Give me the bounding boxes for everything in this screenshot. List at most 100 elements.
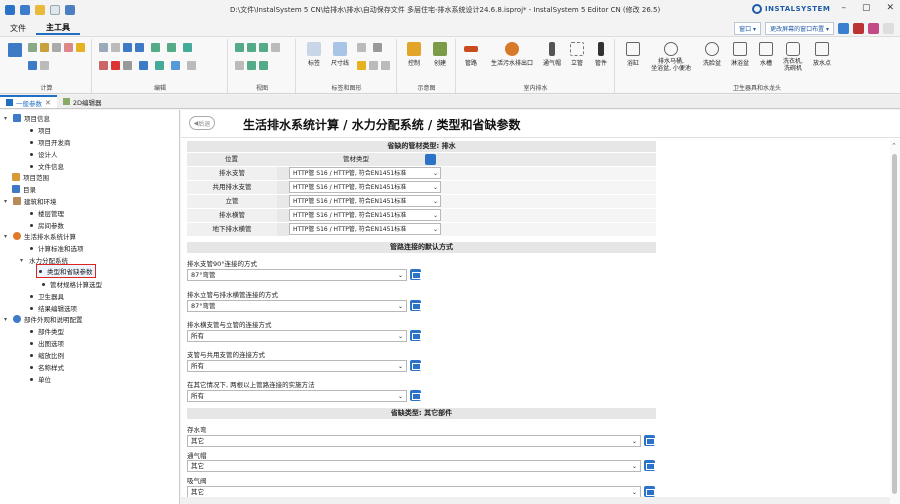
expand-arrow-icon[interactable]: ▾ xyxy=(4,115,10,122)
save-icon[interactable] xyxy=(20,5,30,15)
tree-item-contents[interactable]: 目录 xyxy=(12,184,36,194)
fitting-button[interactable]: 管件 xyxy=(589,42,613,67)
vent-cap-select[interactable]: 其它 ⌄ xyxy=(187,460,641,472)
vertical-scrollbar[interactable]: ⌃ xyxy=(890,140,900,504)
zoom-in-icon[interactable] xyxy=(235,43,244,52)
calc-icon-3[interactable] xyxy=(52,43,61,52)
washbasin-button[interactable]: 洗脸盆 xyxy=(698,42,726,67)
calc-icon-5[interactable] xyxy=(76,43,85,52)
tree-item-file-info[interactable]: 文件信息 xyxy=(30,161,64,171)
calc-icon-6[interactable] xyxy=(28,61,37,70)
text-icon[interactable] xyxy=(357,43,366,52)
tree-item-scale[interactable]: 缩放比例 xyxy=(30,350,64,360)
tree-item-drain-calc[interactable]: ▾ 生活排水系统计算 xyxy=(4,231,76,241)
edit-icon-10[interactable] xyxy=(187,61,196,70)
shape-icon-1[interactable] xyxy=(373,43,382,52)
tree-item-project-scope[interactable]: 项目范围 xyxy=(12,172,49,182)
control-button[interactable]: 控制 xyxy=(402,42,426,67)
expand-arrow-icon[interactable]: ▾ xyxy=(4,233,10,240)
vent-cap-button[interactable]: 通气帽 xyxy=(539,42,565,67)
connection-select-4[interactable]: 所有 ⌄ xyxy=(187,360,407,372)
air-valve-catalog-button[interactable] xyxy=(644,486,655,497)
scroll-up-icon[interactable]: ⌃ xyxy=(891,142,897,150)
row-checkbox[interactable] xyxy=(277,209,289,222)
undo-icon[interactable] xyxy=(65,5,75,15)
toilet-button[interactable]: 排水马桶, 坐浴盆, 小便池 xyxy=(646,42,696,72)
pipe-type-select[interactable]: HTTP管 S16 / HTTP管, 符合EN1451标准 ⌄ xyxy=(289,181,441,193)
view-icon-4[interactable] xyxy=(259,61,268,70)
edit-icon-2[interactable] xyxy=(135,43,144,52)
layout-dropdown[interactable]: 更改屏幕的窗口布置 ▾ xyxy=(765,22,834,35)
tree-item-building[interactable]: ▾ 建筑和环境 xyxy=(4,196,57,206)
tree-item-designer[interactable]: 设计人 xyxy=(30,149,58,159)
minimize-button[interactable]: – xyxy=(841,3,846,13)
row-checkbox[interactable] xyxy=(277,195,289,208)
connection-select-5[interactable]: 所有 ⌄ xyxy=(187,390,407,402)
horizontal-scrollbar[interactable] xyxy=(181,497,890,504)
menu-main-tools[interactable]: 主工具 xyxy=(36,22,80,35)
tree-item-part-types[interactable]: 部件类型 xyxy=(30,326,64,336)
expand-arrow-icon[interactable]: ▾ xyxy=(20,257,26,264)
bathtub-button[interactable]: 浴缸 xyxy=(620,42,646,67)
tree-item-appearance[interactable]: ▾ 部件外观和说明配置 xyxy=(4,314,83,324)
calc-icon-2[interactable] xyxy=(40,43,49,52)
view-icon-1[interactable] xyxy=(271,43,280,52)
tab-2d-editor[interactable]: 2D编辑器 xyxy=(57,95,108,108)
connection-select-3[interactable]: 所有 ⌄ xyxy=(187,330,407,342)
outlet-button[interactable]: 生活污水排出口 xyxy=(485,42,539,67)
create-button[interactable]: 创建 xyxy=(428,42,452,67)
window-dropdown[interactable]: 窗口 ▾ xyxy=(734,22,762,35)
tree-item-fixtures[interactable]: 卫生器具 xyxy=(30,291,64,301)
tree-item-rooms[interactable]: 房间参数 xyxy=(30,220,64,230)
row-checkbox[interactable] xyxy=(277,223,289,236)
shape-icon-3[interactable] xyxy=(369,61,378,70)
shape-icon-4[interactable] xyxy=(381,61,390,70)
connection-select-2[interactable]: 87°弯管 ⌄ xyxy=(187,300,407,312)
help-icon[interactable] xyxy=(868,23,879,34)
menu-file[interactable]: 文件 xyxy=(0,23,36,34)
tree-item-pipe-sizing[interactable]: 管材规格计算选型 xyxy=(42,279,102,289)
zoom-out-icon[interactable] xyxy=(247,43,256,52)
layout-icon[interactable] xyxy=(838,23,849,34)
zoom-fit-icon[interactable] xyxy=(259,43,268,52)
trap-catalog-button[interactable] xyxy=(644,435,655,446)
collapse-ribbon-icon[interactable] xyxy=(883,23,894,34)
tree-item-developer[interactable]: 项目开发商 xyxy=(30,137,71,147)
edit-icon-6[interactable] xyxy=(123,61,132,70)
pipe-catalog-button[interactable] xyxy=(425,154,436,165)
connection-edit-button-3[interactable] xyxy=(410,330,421,341)
edit-icon-8[interactable] xyxy=(155,61,164,70)
shower-button[interactable]: 淋浴盆 xyxy=(726,42,754,67)
pipe-type-select[interactable]: HTTP管 S16 / HTTP管, 符合EN1451标准 ⌄ xyxy=(289,167,441,179)
tree-item-floors[interactable]: 楼层管理 xyxy=(30,208,64,218)
expand-arrow-icon[interactable]: ▾ xyxy=(4,198,10,205)
calc-icon-1[interactable] xyxy=(28,43,37,52)
edit-icon-1[interactable] xyxy=(123,43,132,52)
close-button[interactable]: ✕ xyxy=(886,3,894,13)
edit-icon-7[interactable] xyxy=(139,61,148,70)
paste-icon[interactable] xyxy=(111,43,120,52)
connection-edit-button-1[interactable] xyxy=(410,269,421,280)
connection-select-1[interactable]: 87°弯管 ⌄ xyxy=(187,269,407,281)
view-icon-3[interactable] xyxy=(247,61,256,70)
tree-item-types-defaults[interactable]: 类型和省缺参数 xyxy=(36,264,96,278)
vent-cap-catalog-button[interactable] xyxy=(644,460,655,471)
new-file-icon[interactable] xyxy=(50,5,60,15)
edit-icon-9[interactable] xyxy=(171,61,180,70)
pipe-type-select[interactable]: HTTP管 S16 / HTTP管, 符合EN1451标准 ⌄ xyxy=(289,223,441,235)
edit-icon-4[interactable] xyxy=(167,43,176,52)
expand-arrow-icon[interactable]: ▾ xyxy=(4,316,10,323)
open-folder-icon[interactable] xyxy=(35,5,45,15)
delete-icon[interactable] xyxy=(111,61,120,70)
tree-item-name-style[interactable]: 名称样式 xyxy=(30,362,64,372)
copy-icon[interactable] xyxy=(99,43,108,52)
connection-edit-button-5[interactable] xyxy=(410,390,421,401)
label-button[interactable]: 标签 xyxy=(301,42,327,67)
close-tab-icon[interactable]: ✕ xyxy=(45,99,51,107)
trap-select[interactable]: 其它 ⌄ xyxy=(187,435,641,447)
calc-icon-4[interactable] xyxy=(64,43,73,52)
calc-icon-7[interactable] xyxy=(40,61,49,70)
pipe-type-select[interactable]: HTTP管 S16 / HTTP管, 符合EN1451标准 ⌄ xyxy=(289,195,441,207)
tree-item-units[interactable]: 单位 xyxy=(30,374,51,384)
shape-icon-2[interactable] xyxy=(357,61,366,70)
